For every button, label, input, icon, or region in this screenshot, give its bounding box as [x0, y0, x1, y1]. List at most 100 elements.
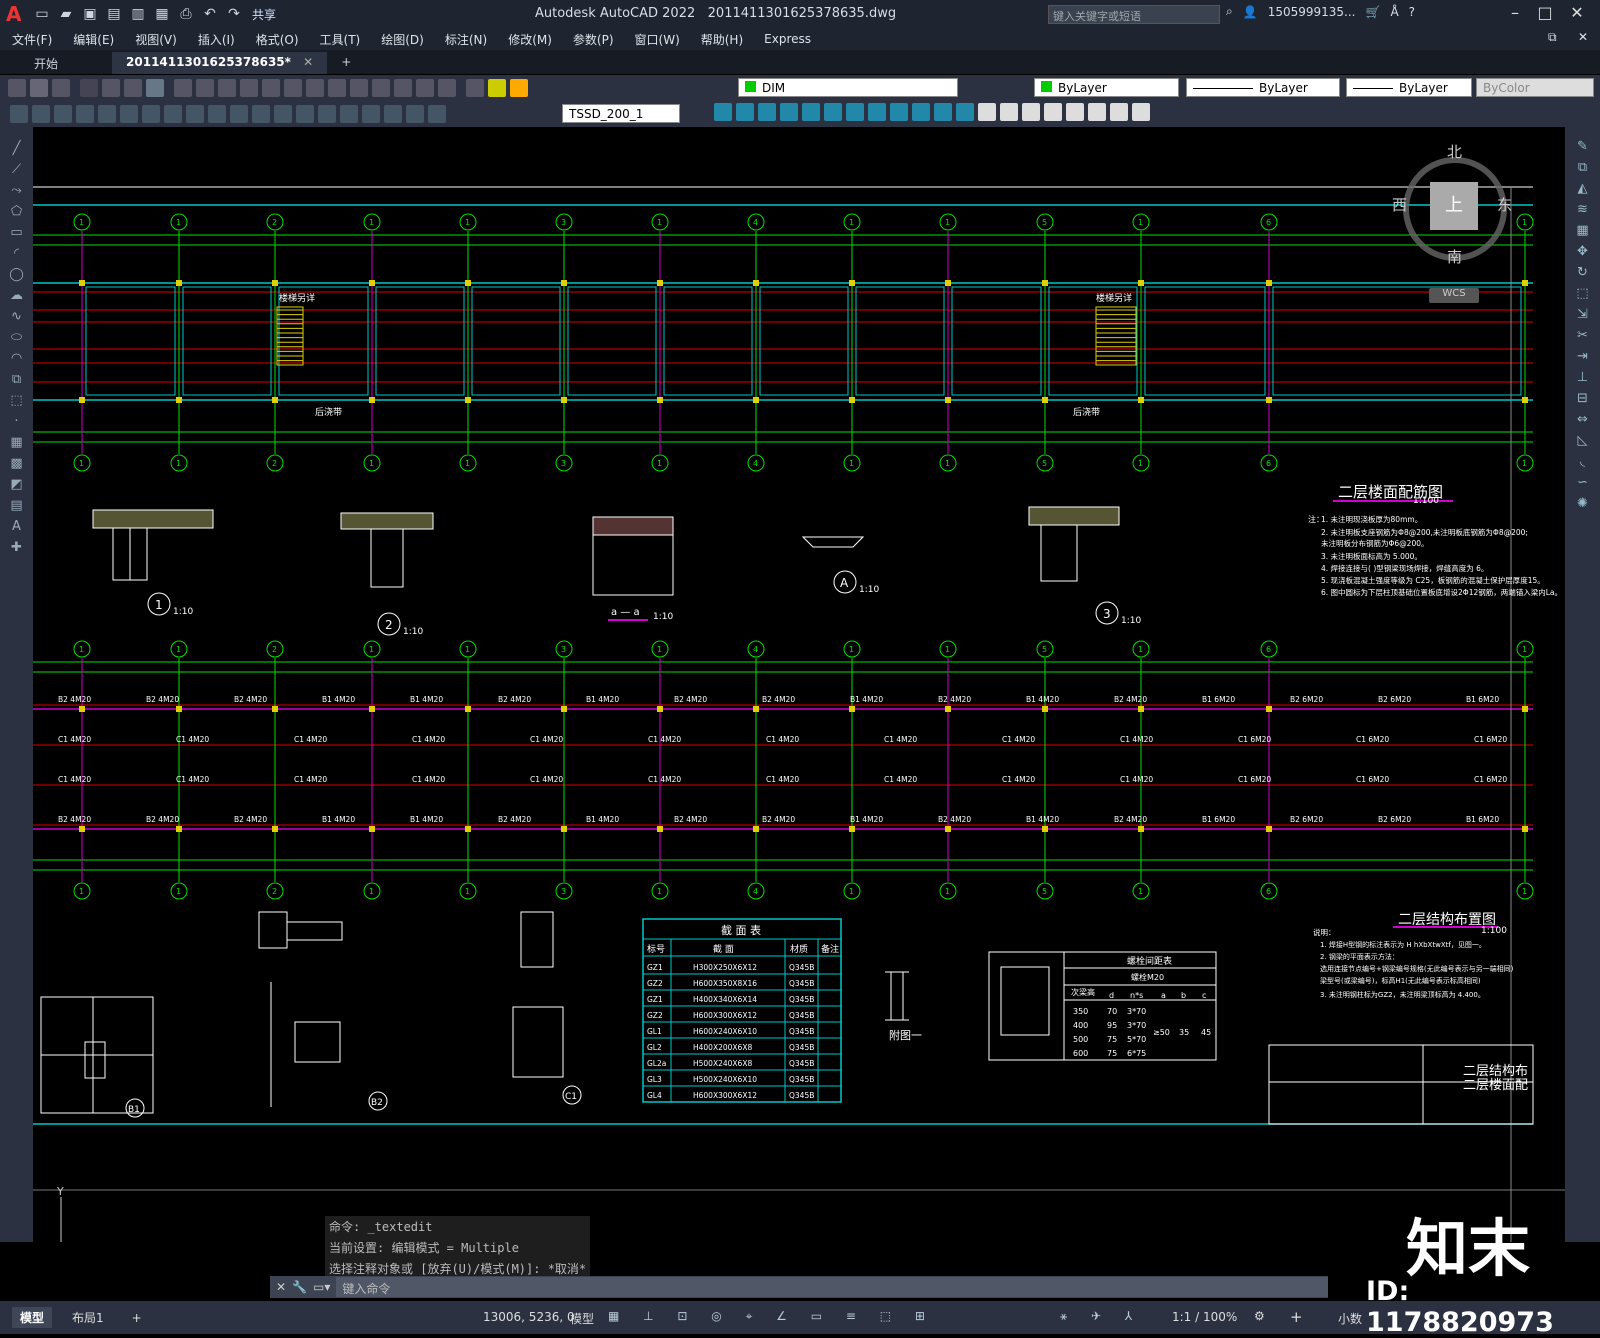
dim-angular-icon[interactable] [164, 104, 182, 123]
cart-icon[interactable]: 🛒 [1365, 5, 1380, 19]
material-icon[interactable] [1132, 103, 1150, 121]
drawing-svg[interactable]: 1 1 1 1 2 2 1 1 1 1 3 3 1 1 4 4 1 1 1 1 5 5 1 1 6 6 1 1 1 1 1 1 2 2 1 1 1 1 3… [33, 127, 1565, 1242]
copy-tool-icon[interactable]: ⧉ [1578, 160, 1587, 175]
save-icon[interactable]: ▣ [80, 4, 100, 24]
hatch-tool-icon[interactable]: ▦ [10, 435, 22, 450]
array-tool-icon[interactable]: ▦ [1576, 223, 1588, 238]
toolbar-publish-icon[interactable] [124, 78, 142, 97]
gradient-tool-icon[interactable]: ▩ [10, 456, 22, 471]
insert-block-icon[interactable]: ⧉ [12, 372, 21, 387]
menu-draw[interactable]: 绘图(D) [381, 31, 424, 48]
make-block-icon[interactable]: ⬚ [10, 393, 22, 408]
menu-window[interactable]: 窗口(W) [635, 31, 680, 48]
line-tool-icon[interactable]: ╱ [13, 141, 21, 156]
render-icon[interactable] [1000, 103, 1018, 121]
break-point-icon[interactable]: ⊥ [1577, 370, 1588, 385]
polygon-tool-icon[interactable]: ⬠ [11, 204, 22, 219]
view-left-icon[interactable] [758, 103, 776, 121]
menu-help[interactable]: 帮助(H) [701, 31, 743, 48]
dim-edit-icon[interactable] [384, 104, 402, 123]
color-dropdown[interactable]: ByLayer [1034, 78, 1179, 97]
table-tool-icon[interactable]: ▤ [10, 498, 22, 513]
command-prompt-icon[interactable]: ▭▾ [313, 1280, 330, 1294]
dim-space-icon[interactable] [252, 104, 270, 123]
dim-aligned-icon[interactable] [32, 104, 50, 123]
tolerance-icon[interactable] [296, 104, 314, 123]
dim-jogged-icon[interactable] [120, 104, 138, 123]
help-icon[interactable]: ? [1409, 5, 1415, 19]
toolbar-pan-icon[interactable] [306, 78, 324, 97]
viewcube-south[interactable]: 南 [1447, 246, 1462, 267]
blend-tool-icon[interactable]: ∽ [1577, 475, 1588, 490]
undo-icon[interactable]: ↶ [200, 4, 220, 24]
autocad-logo-icon[interactable]: A [6, 3, 28, 25]
view-bottom-icon[interactable] [736, 103, 754, 121]
model-tab[interactable]: 模型 [12, 1307, 53, 1328]
view-nw-icon[interactable] [912, 103, 930, 121]
tab-start[interactable]: 开始 [20, 52, 72, 74]
coordinate-readout[interactable]: 13006, 5236, 0 [483, 1310, 575, 1324]
mtext-tool-icon[interactable]: A [12, 519, 21, 534]
menu-insert[interactable]: 插入(I) [198, 31, 235, 48]
toolbar-preview-icon[interactable] [102, 78, 120, 97]
toolbar-redo-icon[interactable] [284, 78, 302, 97]
dim-text-edit-icon[interactable] [406, 104, 424, 123]
doc-close-icon[interactable]: ✕ [1578, 30, 1588, 44]
drafting-toggles[interactable]: ▦ ⊥ ⊡ ◎ ⌖ ∠ ▭ ≡ ⬚ ⊞ [608, 1309, 935, 1324]
stretch-tool-icon[interactable]: ⇲ [1577, 307, 1588, 322]
revcloud-tool-icon[interactable]: ☁ [10, 288, 23, 303]
offset-tool-icon[interactable]: ≋ [1577, 202, 1588, 217]
layout1-tab[interactable]: 布局1 [64, 1307, 112, 1328]
construction-line-icon[interactable]: ⟋ [12, 162, 21, 177]
viewcube-north[interactable]: 北 [1447, 141, 1462, 162]
plotstyle-dropdown[interactable]: ByColor [1476, 78, 1594, 97]
dim-continue-icon[interactable] [230, 104, 248, 123]
scale-tool-icon[interactable]: ⬚ [1576, 286, 1588, 301]
break-tool-icon[interactable]: ⊟ [1577, 391, 1588, 406]
polyline-tool-icon[interactable]: ⤳ [11, 183, 21, 198]
toolbar-help-icon[interactable] [438, 78, 456, 97]
annotation-scale[interactable]: 1:1 / 100% [1172, 1310, 1237, 1324]
user-icon[interactable]: 👤 [1243, 5, 1258, 19]
user-name[interactable]: 1505999135... [1268, 5, 1356, 19]
dim-baseline-icon[interactable] [208, 104, 226, 123]
view-back-icon[interactable] [824, 103, 842, 121]
toolbar-tool-palettes-icon[interactable] [394, 78, 412, 97]
search-input[interactable]: 键入关键字或短语 [1048, 5, 1220, 24]
minimize-icon[interactable]: – [1500, 3, 1530, 22]
dim-quick-icon[interactable] [186, 104, 204, 123]
toolbar-save-icon[interactable] [52, 78, 70, 97]
viewcube-east[interactable]: 东 [1497, 194, 1512, 215]
dimstyle-dropdown[interactable]: TSSD_200_1 [562, 104, 680, 123]
layer-freeze-icon[interactable] [510, 78, 528, 97]
tab-add-button[interactable]: + [327, 52, 365, 74]
toolbar-new-icon[interactable] [8, 78, 26, 97]
redo-icon[interactable]: ↷ [224, 4, 244, 24]
jogged-linear-icon[interactable] [362, 104, 380, 123]
fillet-tool-icon[interactable]: ◟ [1580, 454, 1585, 469]
maximize-icon[interactable]: □ [1530, 3, 1560, 22]
extend-tool-icon[interactable]: ⇥ [1577, 349, 1588, 364]
layer-on-icon[interactable] [488, 78, 506, 97]
menu-file[interactable]: 文件(F) [12, 31, 52, 48]
import-icon[interactable]: ▥ [128, 4, 148, 24]
toolbar-properties-icon[interactable] [350, 78, 368, 97]
open-file-icon[interactable]: ▰ [56, 4, 76, 24]
toolbar-cut-icon[interactable] [174, 78, 192, 97]
toolbar-print-icon[interactable] [80, 78, 98, 97]
toolbar-copy-icon[interactable] [196, 78, 214, 97]
dim-diameter-icon[interactable] [142, 104, 160, 123]
add-icon[interactable]: + [1290, 1308, 1303, 1326]
command-customize-icon[interactable]: 🔧 [292, 1280, 307, 1294]
view-top-icon[interactable] [714, 103, 732, 121]
dim-update-icon[interactable] [428, 104, 446, 123]
circle-tool-icon[interactable]: ◯ [9, 267, 24, 282]
command-close-icon[interactable]: ✕ [276, 1280, 286, 1294]
menu-edit[interactable]: 编辑(E) [73, 31, 114, 48]
lineweight-dropdown[interactable]: ByLayer [1346, 78, 1472, 97]
dim-linear-icon[interactable] [10, 104, 28, 123]
add-selected-icon[interactable]: ✚ [11, 540, 22, 555]
close-icon[interactable]: ✕ [1562, 3, 1592, 22]
settings-gear-icon[interactable]: ⚙ [1254, 1309, 1265, 1323]
viewcube-top-face[interactable]: 上 [1430, 182, 1478, 230]
